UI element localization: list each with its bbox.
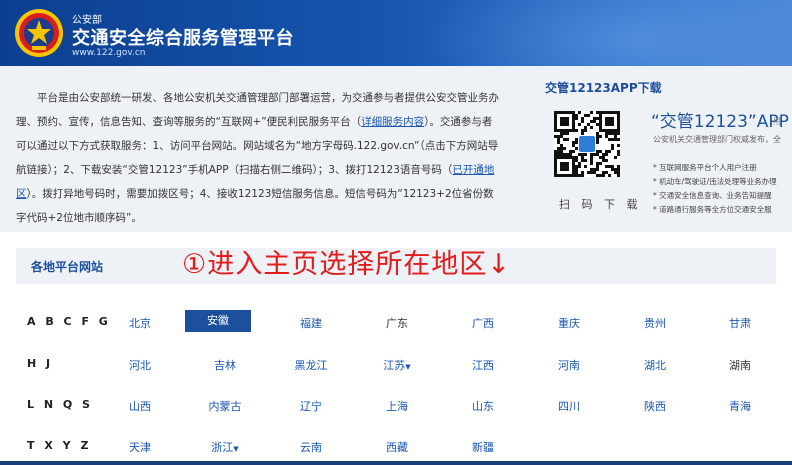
row-letters: A B C F G [27,315,111,328]
province-label: 浙江 [211,441,234,454]
platform-url: www.122.gov.cn [72,48,146,58]
app-download-title: 交管12123APP下载 [545,81,662,95]
province-link[interactable]: 甘肃 [700,315,780,331]
header-glow [420,0,792,66]
app-download-panel: 交管12123APP下载 扫 码 下 载 “交管12123”APP 用 公安机关… [545,74,792,224]
province-link[interactable]: 云南 [271,439,351,455]
app-description: 公安机关交通管理部门权威发布，全 [653,135,781,144]
app-qr-code[interactable] [554,111,620,177]
province-link[interactable]: 内蒙古 [185,398,265,414]
province-link[interactable]: 江西 [443,357,523,373]
province-link[interactable]: 山西 [100,398,180,414]
app-name: “交管12123”APP [651,112,789,132]
app-feature: * 道路通行服务等全方位交通安全服 [653,205,772,214]
row-letters: T X Y Z [27,439,92,452]
province-link[interactable]: 广东 [357,315,437,331]
province-dropdown[interactable]: 江苏▼ [357,357,437,373]
province-link[interactable]: 湖北 [615,357,695,373]
province-link[interactable]: 北京 [100,315,180,331]
province-link[interactable]: 广西 [443,315,523,331]
row-letters: H J [27,357,54,370]
platform-title[interactable]: 交通安全综合服务管理平台 [72,24,294,50]
province-link[interactable]: 山东 [443,398,523,414]
province-link[interactable]: 贵州 [615,315,695,331]
row-letters: L N Q S [27,398,93,411]
bottom-strip [0,461,792,465]
service-details-link[interactable]: 详细服务内容 [361,116,424,128]
province-link[interactable]: 四川 [529,398,609,414]
province-link[interactable]: 河北 [100,357,180,373]
intro-text-3: ）。拨打异地号码时，需要加拨区号；4、接收12123短信服务信息。短信号码为“1… [16,188,494,224]
province-link[interactable]: 西藏 [357,439,437,455]
app-feature: * 交通安全信息查询、业务告知提醒 [653,191,772,200]
app-feature: * 机动车/驾驶证/违法处理等业务办理 [653,177,777,186]
scan-download-label: 扫 码 下 载 [559,198,642,211]
province-link[interactable]: 福建 [271,315,351,331]
app-feature: * 互联网服务平台个人用户注册 [653,163,757,172]
province-link[interactable]: 青海 [700,398,780,414]
province-dropdown[interactable]: 浙江▼ [185,439,265,455]
province-selected[interactable]: 安徽 [185,310,251,332]
app-use-label: 用 [773,117,781,126]
province-link[interactable]: 新疆 [443,439,523,455]
province-label: 江苏 [383,359,406,372]
province-link[interactable]: 上海 [357,398,437,414]
province-link[interactable]: 黑龙江 [271,357,351,373]
police-emblem-icon[interactable] [14,8,64,58]
province-link[interactable]: 吉林 [185,357,265,373]
region-title: 各地平台网站 [31,260,104,274]
info-section: 平台是由公安部统一研发、各地公安机关交通管理部门部署运营，为交通参与者提供公安交… [0,66,792,232]
instruction-overlay: ①进入主页选择所在地区↓ [182,249,511,280]
province-link[interactable]: 湖南 [700,357,780,373]
province-link[interactable]: 陕西 [615,398,695,414]
intro-paragraph: 平台是由公安部统一研发、各地公安机关交通管理部门部署运营，为交通参与者提供公安交… [16,86,501,230]
province-link[interactable]: 天津 [100,439,180,455]
province-link[interactable]: 河南 [529,357,609,373]
caret-down-icon: ▼ [405,363,411,371]
site-header: 公安部 交通安全综合服务管理平台 www.122.gov.cn [0,0,792,66]
province-link[interactable]: 辽宁 [271,398,351,414]
qr-code-icon [554,111,620,177]
caret-down-icon: ▼ [233,445,239,453]
province-link[interactable]: 重庆 [529,315,609,331]
